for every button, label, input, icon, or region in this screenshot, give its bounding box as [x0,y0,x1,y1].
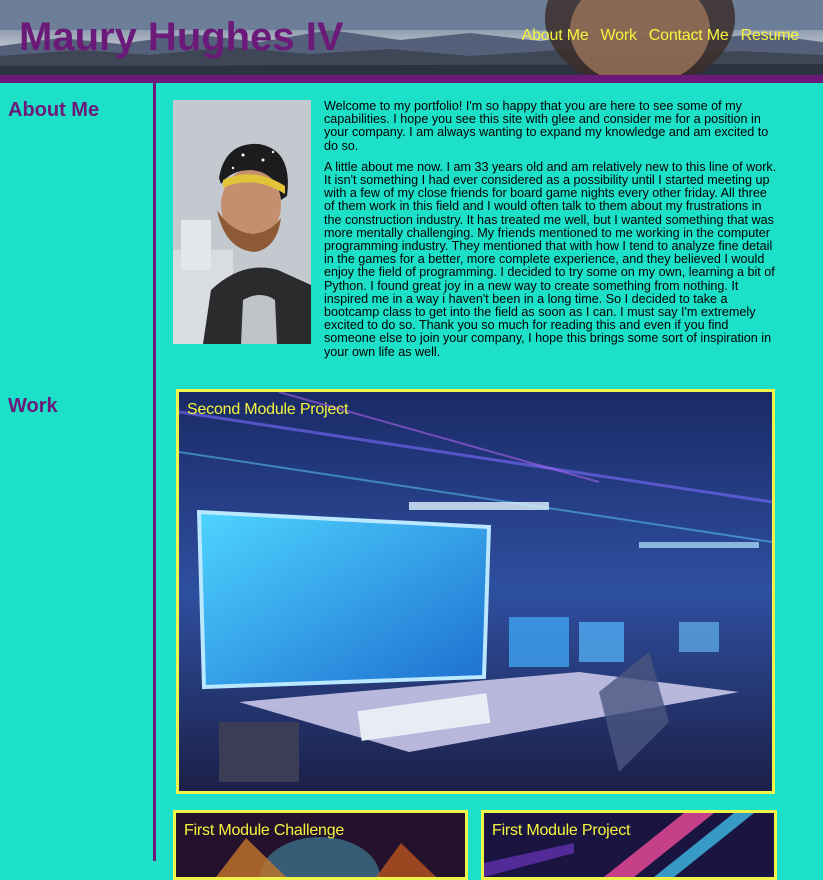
main-nav: About Me Work Contact Me Resume [522,26,800,46]
work-card-title: First Module Challenge [184,822,345,839]
nav-link-contact-me[interactable]: Contact Me [649,26,729,46]
work-card-first-module-project[interactable]: First Module Project [481,810,777,880]
nav-link-work[interactable]: Work [601,26,637,46]
work-heading: Work [8,395,58,417]
sidebar [0,83,153,861]
work-card-first-module-challenge[interactable]: First Module Challenge [173,810,468,880]
nav-link-about-me[interactable]: About Me [522,26,589,46]
about-me-section: Welcome to my portfolio! I'm so happy th… [173,99,778,367]
sidebar-divider [153,83,156,861]
about-me-heading: About Me [8,99,100,121]
work-card-second-module-project[interactable]: Second Module Project [176,389,775,794]
work-card-image [179,392,772,791]
work-card-title: Second Module Project [187,401,349,418]
header-divider [0,75,823,83]
work-card-title: First Module Project [492,822,631,839]
site-title: Maury Hughes IV [19,15,344,59]
photo-float-spacer [173,100,311,346]
nav-link-resume[interactable]: Resume [741,26,800,46]
site-header: Maury Hughes IV About Me Work Contact Me… [0,0,823,75]
